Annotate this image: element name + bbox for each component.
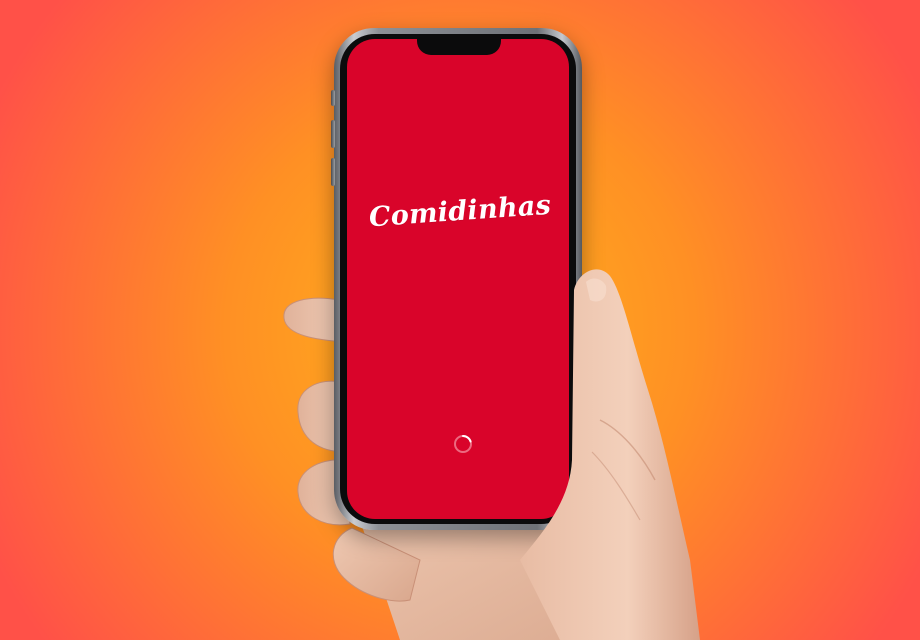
loading-spinner-icon xyxy=(454,435,472,453)
volume-down-button xyxy=(331,158,335,186)
smartphone xyxy=(331,28,582,530)
photo-scene: Comidinhas xyxy=(0,0,920,640)
mute-switch xyxy=(331,90,335,106)
phone-notch xyxy=(417,35,501,55)
volume-up-button xyxy=(331,120,335,148)
